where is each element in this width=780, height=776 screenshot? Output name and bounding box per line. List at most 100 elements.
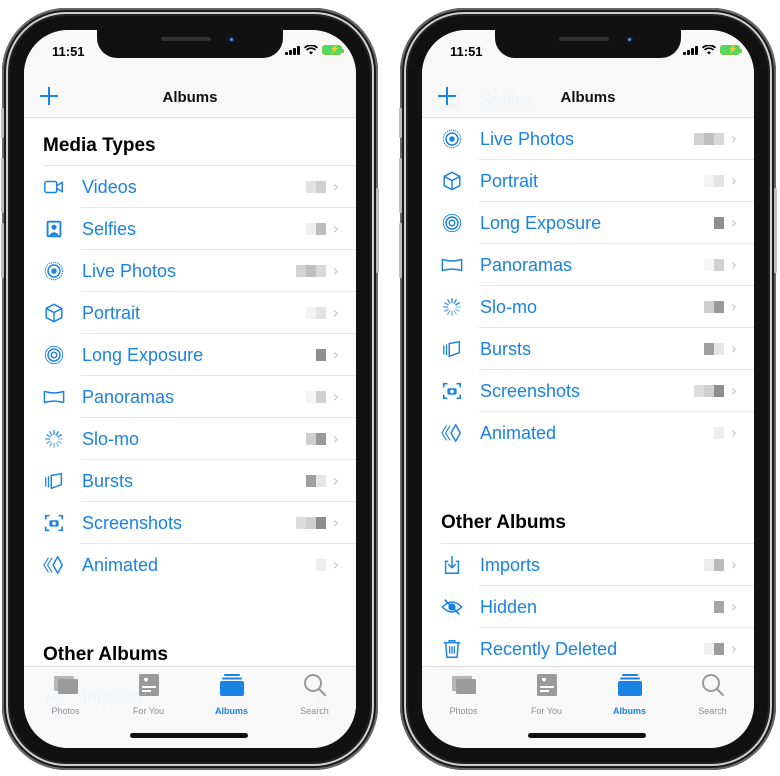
phone-frame-left: 11:51 ⚡ Albums Media Types Videos › Selfie… bbox=[1, 8, 379, 770]
album-count-redacted bbox=[704, 343, 724, 355]
album-row-portrait[interactable]: Portrait › bbox=[422, 160, 754, 202]
album-row-panoramas[interactable]: Panoramas › bbox=[24, 376, 356, 418]
album-row-long-exposure[interactable]: Long Exposure › bbox=[422, 202, 754, 244]
album-row-screenshots[interactable]: Screenshots › bbox=[422, 370, 754, 412]
video-icon bbox=[24, 176, 82, 198]
status-time: 11:51 bbox=[450, 44, 483, 59]
volume-down-button bbox=[1, 223, 4, 278]
album-row-animated[interactable]: Animated › bbox=[422, 412, 754, 454]
album-count-redacted bbox=[714, 217, 724, 229]
album-row-bursts[interactable]: Bursts › bbox=[422, 328, 754, 370]
album-row-videos[interactable]: Videos › bbox=[24, 166, 356, 208]
bursts-icon bbox=[24, 470, 82, 492]
screenshot-icon bbox=[422, 380, 480, 402]
chevron-right-icon: › bbox=[730, 171, 737, 190]
home-indicator[interactable] bbox=[528, 733, 646, 738]
chevron-right-icon: › bbox=[730, 255, 737, 274]
album-row-animated[interactable]: Animated › bbox=[24, 544, 356, 586]
tab-bar: Photos For You Albums Search bbox=[24, 666, 356, 748]
tab-search[interactable]: Search bbox=[671, 667, 754, 716]
cube-icon bbox=[422, 170, 480, 192]
tab-photos[interactable]: Photos bbox=[422, 667, 505, 716]
chevron-right-icon: › bbox=[730, 297, 737, 316]
selfie-icon bbox=[24, 218, 82, 240]
album-row-bursts[interactable]: Bursts › bbox=[24, 460, 356, 502]
front-camera bbox=[227, 35, 236, 44]
wifi-icon bbox=[304, 45, 318, 55]
album-count-redacted bbox=[296, 265, 326, 277]
album-count-redacted bbox=[704, 559, 724, 571]
cellular-signal-icon bbox=[683, 45, 698, 55]
album-row-portrait[interactable]: Portrait › bbox=[24, 292, 356, 334]
album-row-long-exposure[interactable]: Long Exposure › bbox=[24, 334, 356, 376]
chevron-right-icon: › bbox=[730, 639, 737, 658]
album-count-redacted bbox=[296, 517, 326, 529]
chevron-right-icon: › bbox=[332, 303, 339, 322]
tab-label: Photos bbox=[51, 706, 80, 716]
album-row-label: Hidden bbox=[480, 596, 538, 617]
chevron-right-icon: › bbox=[730, 129, 737, 148]
album-row-screenshots[interactable]: Screenshots › bbox=[24, 502, 356, 544]
album-row-live-photos[interactable]: Live Photos › bbox=[24, 250, 356, 292]
tab-label: For You bbox=[132, 706, 165, 716]
hidden-icon bbox=[422, 596, 480, 618]
album-count-redacted bbox=[306, 475, 326, 487]
chevron-right-icon: › bbox=[332, 555, 339, 574]
album-row-live-photos[interactable]: Live Photos › bbox=[422, 118, 754, 160]
album-row-recently-deleted[interactable]: Recently Deleted › bbox=[422, 628, 754, 670]
long-exposure-icon bbox=[422, 212, 480, 234]
photos-tab-icon bbox=[52, 673, 80, 702]
search-tab-icon bbox=[301, 673, 329, 702]
live-photos-icon bbox=[24, 260, 82, 282]
tab-photos[interactable]: Photos bbox=[24, 667, 107, 716]
album-count-redacted bbox=[694, 133, 724, 145]
animated-icon bbox=[422, 422, 480, 444]
search-tab-icon bbox=[699, 673, 727, 702]
animated-icon bbox=[24, 554, 82, 576]
albums-list[interactable]: Media Types Videos › Selfies › Live Photos › P… bbox=[24, 118, 356, 718]
tab-label: Search bbox=[300, 706, 329, 716]
cube-icon bbox=[24, 302, 82, 324]
tab-label: Photos bbox=[449, 706, 478, 716]
albums-tab-icon bbox=[218, 673, 246, 702]
chevron-right-icon: › bbox=[730, 381, 737, 400]
for-you-tab-icon bbox=[533, 673, 561, 702]
front-camera bbox=[625, 35, 634, 44]
album-row-hidden[interactable]: Hidden › bbox=[422, 586, 754, 628]
tab-for-you[interactable]: For You bbox=[505, 667, 588, 716]
album-count-redacted bbox=[306, 433, 326, 445]
album-count-redacted bbox=[306, 391, 326, 403]
tab-albums[interactable]: Albums bbox=[588, 667, 671, 716]
chevron-right-icon: › bbox=[730, 555, 737, 574]
album-count-redacted bbox=[704, 175, 724, 187]
chevron-right-icon: › bbox=[730, 339, 737, 358]
tab-search[interactable]: Search bbox=[273, 667, 356, 716]
tab-label: Albums bbox=[612, 706, 646, 716]
photos-tab-icon bbox=[450, 673, 478, 702]
chevron-right-icon: › bbox=[332, 387, 339, 406]
album-count-redacted bbox=[704, 301, 724, 313]
live-photos-icon bbox=[422, 128, 480, 150]
tab-label: For You bbox=[530, 706, 563, 716]
page-title: Albums bbox=[162, 89, 218, 106]
albums-list[interactable]: Selfies Live Photos›Portrait›Long Exposu… bbox=[422, 82, 754, 670]
chevron-right-icon: › bbox=[332, 513, 339, 532]
volume-down-button bbox=[399, 223, 402, 278]
album-row-imports[interactable]: Imports› bbox=[422, 544, 754, 586]
album-row-selfies[interactable]: Selfies › bbox=[24, 208, 356, 250]
home-indicator[interactable] bbox=[130, 733, 248, 738]
side-button bbox=[774, 188, 777, 273]
phone-frame-right: 11:51 ⚡ Albums Selfies Live Photos›Portr… bbox=[399, 8, 777, 770]
album-row-slo-mo[interactable]: Slo-mo › bbox=[24, 418, 356, 460]
tab-for-you[interactable]: For You bbox=[107, 667, 190, 716]
section-title-other-albums: Other Albums bbox=[441, 502, 754, 544]
tab-bar: Photos For You Albums Search bbox=[422, 666, 754, 748]
album-row-slo-mo[interactable]: Slo-mo › bbox=[422, 286, 754, 328]
imports-icon bbox=[422, 554, 480, 576]
chevron-right-icon: › bbox=[730, 213, 737, 232]
screenshot-icon bbox=[24, 512, 82, 534]
tab-albums[interactable]: Albums bbox=[190, 667, 273, 716]
album-row-panoramas[interactable]: Panoramas › bbox=[422, 244, 754, 286]
side-button bbox=[376, 188, 379, 273]
mute-switch bbox=[1, 108, 4, 138]
